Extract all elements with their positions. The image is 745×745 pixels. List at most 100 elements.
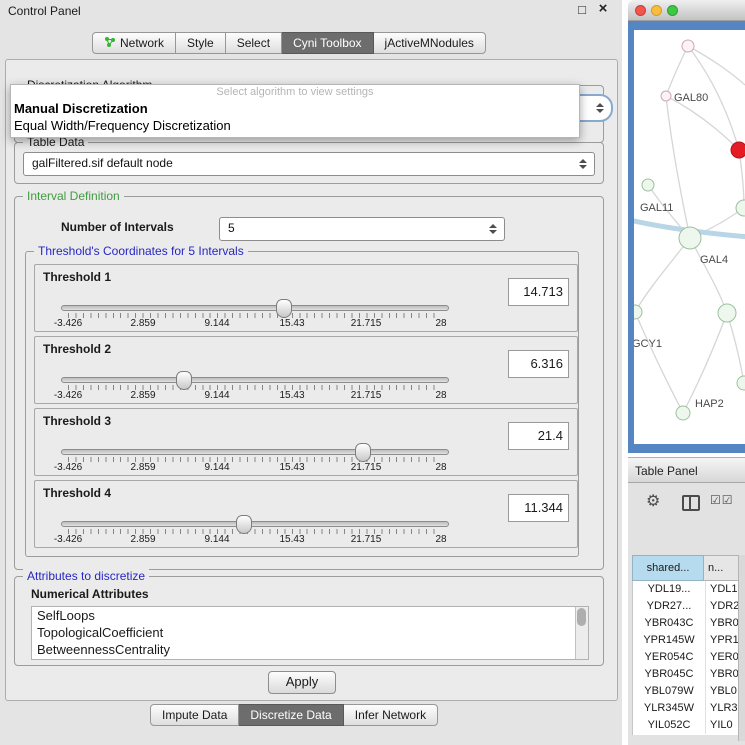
slider-ticks: [68, 529, 441, 534]
threshold-1-slider-track[interactable]: [61, 305, 449, 311]
selected-node[interactable]: [731, 142, 745, 158]
float-icon[interactable]: □: [574, 2, 590, 17]
list-scrollbar[interactable]: [575, 607, 588, 659]
node-gcy1[interactable]: [634, 305, 642, 319]
tab-select[interactable]: Select: [226, 32, 282, 54]
table-row[interactable]: YDL19...YDL1: [633, 581, 741, 598]
scale-label: -3.426: [54, 390, 82, 401]
dropdown-placeholder: Select algorithm to view settings: [11, 85, 579, 100]
table-scrollbar[interactable]: [738, 555, 745, 741]
tab-label: Infer Network: [355, 708, 426, 722]
tab-discretize-data[interactable]: Discretize Data: [239, 704, 343, 726]
tab-label: Discretize Data: [250, 708, 331, 722]
node[interactable]: [682, 40, 694, 52]
tab-jactivemodules[interactable]: jActiveMNodules: [374, 32, 486, 54]
table-row[interactable]: YDR27...YDR2: [633, 598, 741, 615]
threshold-1-slider-thumb[interactable]: [276, 299, 292, 318]
table-row[interactable]: YLR345WYLR3: [633, 700, 741, 717]
table-panel: ⚙ ☑☑ shared... n... YDL19...YDL1 YDR27..…: [628, 483, 745, 745]
table-row[interactable]: YBR043CYBR0: [633, 615, 741, 632]
scale-label: 28: [435, 462, 446, 473]
group-title: Interval Definition: [23, 189, 124, 203]
dropdown-option-equal-width-frequency[interactable]: Equal Width/Frequency Discretization: [11, 117, 579, 134]
scale-label: 2.859: [130, 534, 155, 545]
panel-title: Control Panel: [8, 4, 81, 18]
node-hap2[interactable]: [676, 406, 690, 420]
table-row[interactable]: YPR145WYPR1: [633, 632, 741, 649]
threshold-4-value-field[interactable]: 11.344: [508, 494, 569, 522]
scale-label: 9.144: [204, 462, 229, 473]
threshold-2-value-field[interactable]: 6.316: [508, 350, 569, 378]
threshold-label: Threshold 1: [43, 270, 111, 284]
node[interactable]: [718, 304, 736, 322]
select-columns-icon[interactable]: ☑☑: [710, 493, 734, 507]
list-item[interactable]: SelfLoops: [32, 607, 588, 624]
scale-label: -3.426: [54, 462, 82, 473]
close-icon[interactable]: ×: [595, 0, 611, 17]
table-row[interactable]: YER054CYER0: [633, 649, 741, 666]
scale-label: 9.144: [204, 534, 229, 545]
attributes-list[interactable]: SelfLoops TopologicalCoefficient Between…: [31, 606, 589, 660]
threshold-3-slider-track[interactable]: [61, 449, 449, 455]
node[interactable]: [736, 200, 745, 216]
node-label: HAP2: [695, 398, 724, 410]
scale-label: 2.859: [130, 318, 155, 329]
tab-label: Style: [187, 36, 214, 50]
columns-icon[interactable]: [682, 495, 700, 511]
list-item[interactable]: TopologicalCoefficient: [32, 624, 588, 641]
algorithm-dropdown: Select algorithm to view settings Manual…: [10, 84, 580, 138]
combo-value: galFiltered.sif default node: [32, 156, 173, 170]
zoom-traffic-light-icon[interactable]: [667, 5, 678, 16]
num-intervals-combobox[interactable]: 5: [219, 217, 505, 241]
scale-label: 21.715: [351, 390, 382, 401]
slider-ticks: [68, 313, 441, 318]
dropdown-option-manual-discretization[interactable]: Manual Discretization: [11, 100, 579, 117]
combo-arrows-icon: [579, 159, 587, 169]
threshold-1-value-field[interactable]: 14.713: [508, 278, 569, 306]
table-panel-title: Table Panel: [635, 464, 698, 478]
threshold-4-panel: Threshold 4 -3.426 2.859 9.144 15.43 21.…: [34, 480, 578, 548]
node-gal4[interactable]: [679, 227, 701, 249]
tab-label: jActiveMNodules: [385, 36, 474, 50]
table-row[interactable]: YBL079WYBL0: [633, 683, 741, 700]
node-label: GCY1: [634, 338, 662, 350]
scale-label: 15.43: [279, 318, 304, 329]
node-label: GAL4: [700, 254, 728, 266]
column-header-name[interactable]: n...: [704, 555, 740, 581]
column-header-shared-name[interactable]: shared...: [632, 555, 704, 581]
tab-impute-data[interactable]: Impute Data: [150, 704, 239, 726]
scale-label: 2.859: [130, 390, 155, 401]
minimize-traffic-light-icon[interactable]: [651, 5, 662, 16]
scrollbar-thumb[interactable]: [577, 608, 586, 626]
attributes-group: Attributes to discretize Numerical Attri…: [14, 576, 604, 666]
table-row[interactable]: YIL052CYIL0: [633, 717, 741, 734]
threshold-3-slider-thumb[interactable]: [355, 443, 371, 462]
threshold-2-slider-thumb[interactable]: [176, 371, 192, 390]
close-traffic-light-icon[interactable]: [635, 5, 646, 16]
tab-network[interactable]: Network: [92, 32, 176, 54]
scale-label: 28: [435, 390, 446, 401]
threshold-2-slider-track[interactable]: [61, 377, 449, 383]
threshold-4-slider-track[interactable]: [61, 521, 449, 527]
network-window-titlebar[interactable]: [628, 0, 745, 21]
scale-label: 2.859: [130, 462, 155, 473]
list-item[interactable]: BetweennessCentrality: [32, 641, 588, 658]
bottom-tabbar: Impute Data Discretize Data Infer Networ…: [150, 704, 438, 726]
gear-icon[interactable]: ⚙: [646, 491, 660, 511]
tab-label: Cyni Toolbox: [293, 36, 361, 50]
apply-button[interactable]: Apply: [268, 671, 336, 694]
scale-label: 21.715: [351, 462, 382, 473]
network-icon: [104, 36, 116, 51]
threshold-3-value-field[interactable]: 21.4: [508, 422, 569, 450]
network-canvas[interactable]: GAL80 GAL11 GAL4 GCY1 HAP2: [634, 30, 745, 444]
tab-infer-network[interactable]: Infer Network: [344, 704, 438, 726]
table-row[interactable]: YBR045CYBR0: [633, 666, 741, 683]
combo-arrows-icon: [489, 224, 497, 234]
node[interactable]: [737, 376, 745, 390]
table-data-combobox[interactable]: galFiltered.sif default node: [23, 152, 595, 176]
node-gal80[interactable]: [661, 91, 671, 101]
threshold-4-slider-thumb[interactable]: [236, 515, 252, 534]
node-gal11[interactable]: [642, 179, 654, 191]
tab-cyni-toolbox[interactable]: Cyni Toolbox: [282, 32, 373, 54]
tab-style[interactable]: Style: [176, 32, 226, 54]
